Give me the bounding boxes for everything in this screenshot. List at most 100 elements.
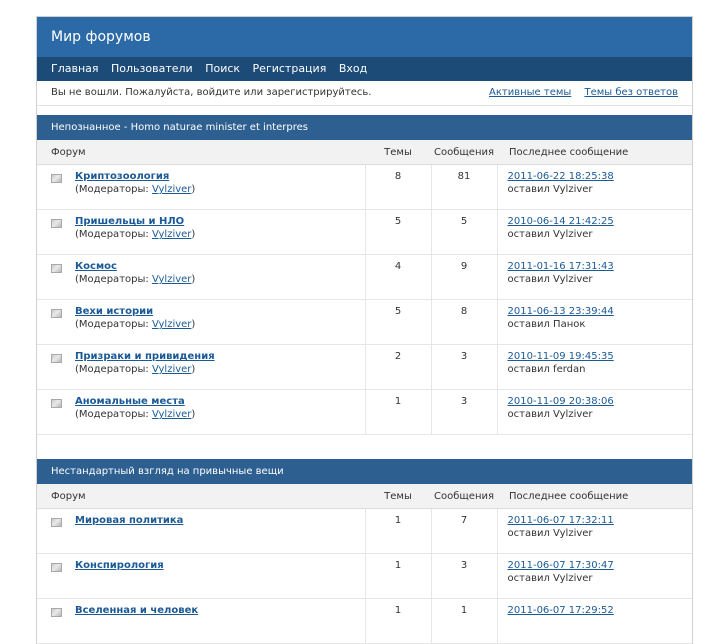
login-notice: Вы не вошли. Пожалуйста, войдите или зар… [51, 87, 372, 98]
forum-link[interactable]: Космос [75, 261, 117, 272]
moderators-line: (Модераторы: Vylziver) [75, 319, 365, 330]
forum-read-icon [51, 518, 62, 527]
topics-count: 4 [364, 254, 432, 300]
forum-status-cell [37, 508, 75, 554]
forum-category: Непознанное - Homo naturae minister et i… [37, 115, 693, 435]
forum-info-cell: Конспирология [75, 553, 366, 599]
last-post-link[interactable]: 2011-06-13 23:39:44 [508, 306, 614, 317]
topics-count: 8 [364, 164, 432, 210]
nav-login[interactable]: Вход [339, 62, 367, 75]
moderator-link[interactable]: Vylziver [152, 274, 191, 285]
forum-row: Криптозоология (Модераторы: Vylziver) 8 81 2… [37, 164, 693, 210]
forum-info-cell: Космос (Модераторы: Vylziver) [75, 254, 366, 300]
moderator-link[interactable]: Vylziver [152, 364, 191, 375]
last-post-cell: 2010-06-14 21:42:25 оставил Vylziver [496, 209, 693, 255]
moderators-line: (Модераторы: Vylziver) [75, 364, 365, 375]
forum-table-header: Форум Темы Сообщения Последнее сообщение [37, 484, 693, 509]
forum-link[interactable]: Аномальные места [75, 396, 185, 407]
forum-read-icon [51, 399, 62, 408]
col-topics: Темы [365, 484, 432, 509]
forum-link[interactable]: Пришельцы и НЛО [75, 216, 184, 227]
topics-count: 5 [364, 209, 432, 255]
moderators-label: (Модераторы: [75, 274, 152, 285]
category-list: Непознанное - Homo naturae minister et i… [37, 115, 693, 644]
moderators-line: (Модераторы: Vylziver) [75, 229, 365, 240]
forum-read-icon [51, 219, 62, 228]
moderators-line: (Модераторы: Vylziver) [75, 274, 365, 285]
last-post-cell: 2010-11-09 20:38:06 оставил Vylziver [496, 389, 693, 435]
last-post-link[interactable]: 2011-06-07 17:30:47 [508, 560, 614, 571]
moderators-label: (Модераторы: [75, 319, 152, 330]
last-post-link[interactable]: 2010-06-14 21:42:25 [508, 216, 614, 227]
moderator-link[interactable]: Vylziver [152, 184, 191, 195]
col-topics: Темы [365, 140, 432, 165]
last-post-link[interactable]: 2011-06-22 18:25:38 [508, 171, 614, 182]
nav-search[interactable]: Поиск [205, 62, 240, 75]
forum-category: Нестандартный взгляд на привычные вещи Фо… [37, 459, 693, 644]
col-last-post: Последнее сообщение [497, 140, 693, 165]
forum-link[interactable]: Вселенная и человек [75, 605, 198, 616]
unanswered-topics-link[interactable]: Темы без ответов [584, 87, 678, 98]
posts-count: 3 [430, 553, 498, 599]
col-posts: Сообщения [431, 140, 498, 165]
last-post-link[interactable]: 2010-11-09 19:45:35 [508, 351, 614, 362]
forum-link[interactable]: Вехи истории [75, 306, 153, 317]
moderators-close: ) [191, 274, 196, 285]
last-post-cell: 2011-06-07 17:32:11 оставил Vylziver [496, 508, 693, 554]
moderators-line: (Модераторы: Vylziver) [75, 184, 365, 195]
forum-info-cell: Мировая политика [75, 508, 366, 554]
main-nav: Главная Пользователи Поиск Регистрация В… [37, 57, 692, 81]
forum-info-cell: Вселенная и человек [75, 598, 366, 644]
moderators-line: (Модераторы: Vylziver) [75, 409, 365, 420]
forum-info-cell: Призраки и привидения (Модераторы: Vylziv… [75, 344, 366, 390]
site-title: Мир форумов [37, 17, 692, 57]
posts-count: 8 [430, 299, 498, 345]
nav-users[interactable]: Пользователи [111, 62, 193, 75]
moderators-close: ) [191, 229, 196, 240]
topics-count: 1 [364, 598, 432, 644]
forum-info-cell: Аномальные места (Модераторы: Vylziver) [75, 389, 366, 435]
last-post-link[interactable]: 2011-01-16 17:31:43 [508, 261, 614, 272]
moderators-label: (Модераторы: [75, 184, 152, 195]
forum-status-cell [37, 553, 75, 599]
topics-count: 1 [364, 508, 432, 554]
forum-status-cell [37, 389, 75, 435]
nav-register[interactable]: Регистрация [253, 62, 327, 75]
last-post-link[interactable]: 2011-06-07 17:29:52 [508, 605, 614, 616]
forum-page: Мир форумов Главная Пользователи Поиск Р… [36, 16, 693, 644]
last-post-author: оставил ferdan [507, 364, 586, 375]
last-post-cell: 2011-06-07 17:29:52 [496, 598, 693, 644]
last-post-author: оставил Vylziver [507, 184, 593, 195]
forum-status-cell [37, 209, 75, 255]
last-post-author: оставил Vylziver [507, 528, 593, 539]
category-title: Нестандартный взгляд на привычные вещи [37, 459, 692, 484]
forum-status-cell [37, 598, 75, 644]
last-post-link[interactable]: 2010-11-09 20:38:06 [508, 396, 614, 407]
moderator-link[interactable]: Vylziver [152, 409, 191, 420]
forum-read-icon [51, 608, 62, 617]
nav-home[interactable]: Главная [51, 62, 99, 75]
last-post-cell: 2011-01-16 17:31:43 оставил Vylziver [496, 254, 693, 300]
forum-table: Форум Темы Сообщения Последнее сообщение Мир… [37, 484, 693, 644]
posts-count: 3 [430, 389, 498, 435]
forum-status-cell [37, 164, 75, 210]
col-forum: Форум [37, 140, 366, 165]
moderators-label: (Модераторы: [75, 229, 152, 240]
forum-link[interactable]: Призраки и привидения [75, 351, 215, 362]
moderator-link[interactable]: Vylziver [152, 319, 191, 330]
forum-link[interactable]: Криптозоология [75, 171, 169, 182]
moderators-close: ) [191, 409, 196, 420]
active-topics-link[interactable]: Активные темы [489, 87, 571, 98]
forum-info-cell: Криптозоология (Модераторы: Vylziver) [75, 164, 366, 210]
last-post-cell: 2011-06-07 17:30:47 оставил Vylziver [496, 553, 693, 599]
posts-count: 7 [430, 508, 498, 554]
last-post-cell: 2011-06-22 18:25:38 оставил Vylziver [496, 164, 693, 210]
forum-read-icon [51, 264, 62, 273]
last-post-cell: 2011-06-13 23:39:44 оставил Панок [496, 299, 693, 345]
last-post-link[interactable]: 2011-06-07 17:32:11 [508, 515, 614, 526]
moderator-link[interactable]: Vylziver [152, 229, 191, 240]
forum-read-icon [51, 309, 62, 318]
forum-link[interactable]: Мировая политика [75, 515, 183, 526]
forum-link[interactable]: Конспирология [75, 560, 164, 571]
last-post-cell: 2010-11-09 19:45:35 оставил ferdan [496, 344, 693, 390]
